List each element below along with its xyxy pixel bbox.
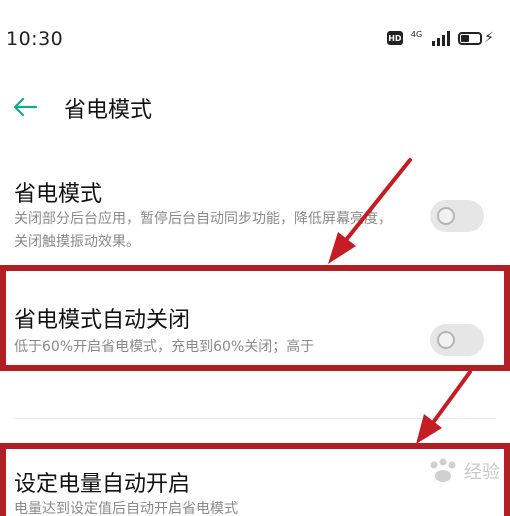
watermark: 经验 bbox=[426, 456, 500, 486]
battery-icon: ⚡ bbox=[458, 31, 494, 45]
back-arrow-icon[interactable] bbox=[10, 92, 40, 122]
status-icons: HD 4G ⚡ bbox=[386, 30, 494, 46]
toggle-knob bbox=[437, 207, 455, 225]
power-saving-toggle[interactable] bbox=[430, 200, 484, 232]
setting-item-power-saving: 省电模式 关闭部分后台应用，暂停后台自动同步功能，降低屏幕亮度，关闭触摸振动效果… bbox=[0, 170, 510, 270]
signal-icon bbox=[432, 30, 451, 46]
arrow-icon bbox=[416, 370, 472, 444]
status-bar: 10:30 HD 4G ⚡ bbox=[0, 0, 510, 78]
setting-title: 省电模式 bbox=[14, 182, 103, 207]
header: 省电模式 bbox=[0, 78, 510, 138]
paw-icon bbox=[430, 458, 456, 482]
screen: 10:30 HD 4G ⚡ 省电模式 省电模式 关闭部分后台应用，暂停后台自动同… bbox=[0, 0, 510, 516]
watermark-text: 经验 bbox=[464, 462, 500, 483]
status-time: 10:30 bbox=[6, 28, 64, 50]
divider bbox=[14, 418, 496, 419]
page-title: 省电模式 bbox=[64, 98, 153, 123]
charging-icon: ⚡ bbox=[484, 30, 494, 46]
network-label: 4G bbox=[410, 30, 423, 39]
highlight-box-auto-close bbox=[0, 265, 510, 371]
hd-icon: HD bbox=[386, 31, 403, 45]
setting-description: 关闭部分后台应用，暂停后台自动同步功能，降低屏幕亮度，关闭触摸振动效果。 bbox=[14, 211, 392, 250]
